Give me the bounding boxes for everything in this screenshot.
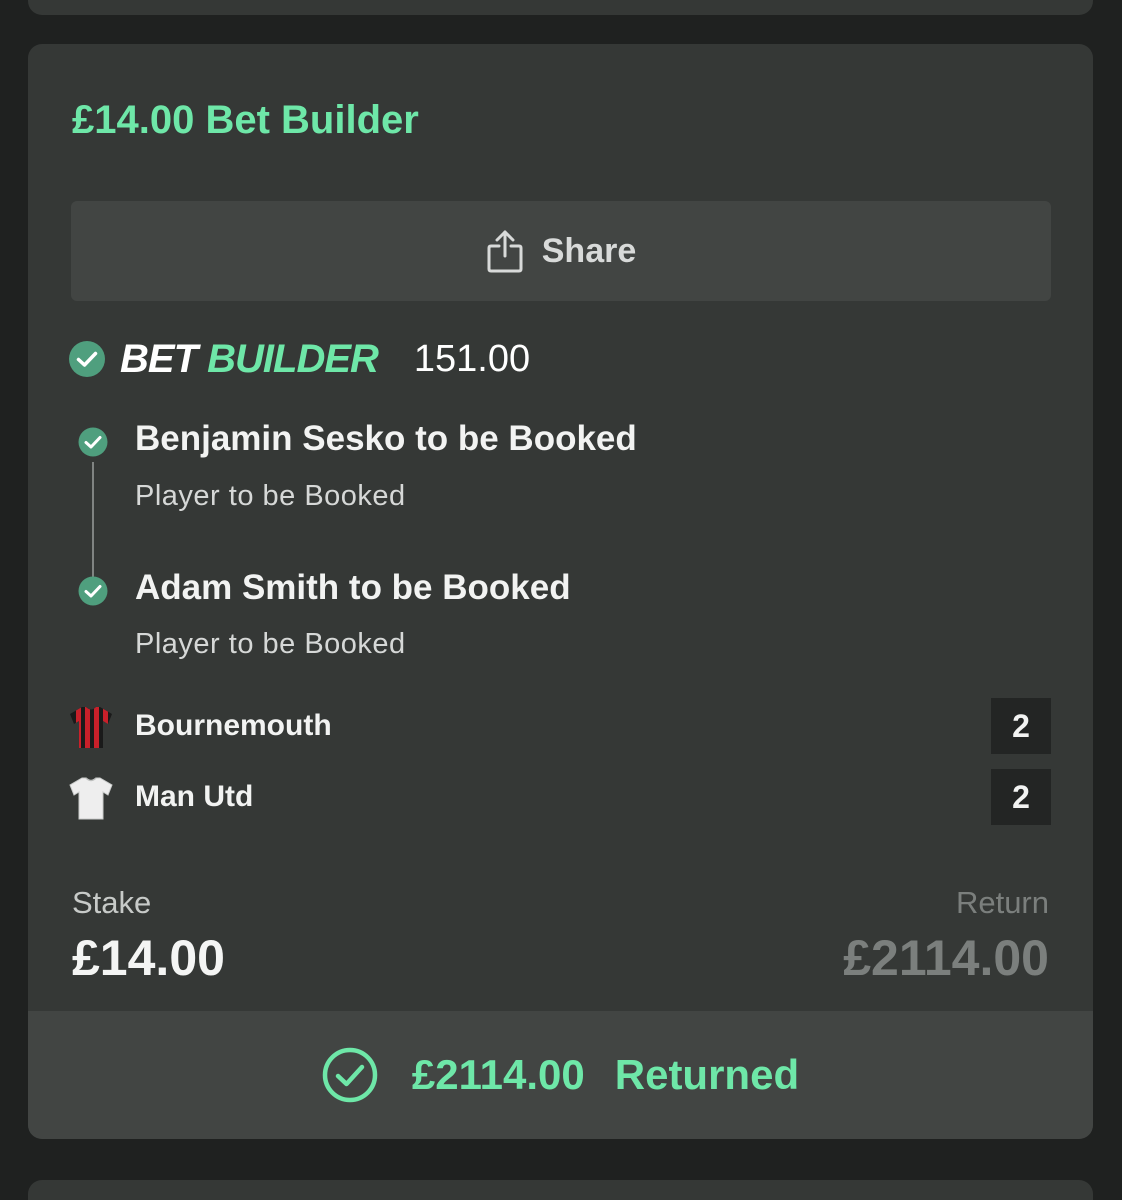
share-button[interactable]: Share	[71, 201, 1051, 301]
selection-timeline	[92, 462, 94, 582]
stake-value: £14.00	[72, 930, 225, 986]
bet-builder-logo: BET BUILDER	[120, 336, 379, 382]
share-icon	[487, 230, 523, 273]
bet-history-page: £14.00 Bet Builder Share BET BUILDER 151…	[0, 0, 1122, 1200]
team-row-away: Man Utd 2	[68, 769, 1051, 825]
selection-market: Player to be Booked	[135, 628, 406, 660]
returned-status-text: Returned	[614, 1051, 800, 1098]
check-circle-icon	[69, 341, 105, 377]
selection-market: Player to be Booked	[135, 480, 406, 512]
team-score: 2	[991, 769, 1051, 825]
returned-status-bar: £2114.00 Returned	[28, 1011, 1093, 1139]
white-shirt-icon	[69, 777, 113, 820]
return-value: £2114.00	[843, 930, 1049, 986]
bet-card: £14.00 Bet Builder Share BET BUILDER 151…	[28, 44, 1093, 1139]
previous-bet-card	[28, 0, 1093, 15]
selection-title: Adam Smith to be Booked	[135, 568, 571, 607]
bet-builder-logo-word1: BET	[120, 337, 198, 381]
stake-label: Stake	[72, 885, 152, 920]
check-circle-icon	[78, 427, 108, 457]
share-label: Share	[541, 231, 637, 270]
team-row-home: Bournemouth 2	[68, 698, 1051, 754]
bet-title: £14.00 Bet Builder	[72, 98, 419, 142]
red-black-striped-shirt-icon	[70, 707, 112, 748]
team-name: Man Utd	[135, 780, 254, 813]
check-circle-icon	[78, 576, 108, 606]
bet-odds: 151.00	[413, 338, 531, 380]
selection-title: Benjamin Sesko to be Booked	[135, 419, 637, 458]
return-label: Return	[955, 885, 1049, 920]
team-score: 2	[991, 698, 1051, 754]
next-bet-card	[28, 1180, 1093, 1200]
bet-builder-logo-word2: BUILDER	[207, 337, 379, 381]
bet-builder-header: BET BUILDER 151.00	[68, 336, 530, 382]
team-name: Bournemouth	[135, 709, 332, 742]
returned-amount: £2114.00	[411, 1051, 585, 1098]
check-circle-outline-icon	[322, 1047, 378, 1103]
